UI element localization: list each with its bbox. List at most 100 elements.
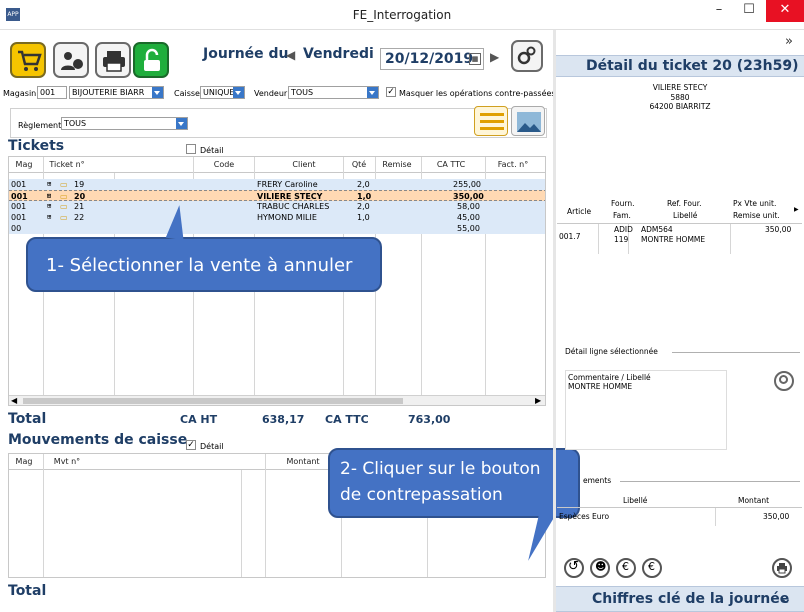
next-day-arrow-icon[interactable]: ▶	[490, 50, 499, 64]
detail-label: Détail	[200, 146, 224, 155]
col-px-vte[interactable]: Px Vte unit.	[733, 199, 776, 208]
client-coin-icon	[61, 52, 83, 70]
reglement-row[interactable]: Espèces Euro 350,00	[557, 512, 802, 524]
col-article[interactable]: Article	[567, 207, 591, 216]
print-button[interactable]	[95, 42, 131, 78]
tickets-total-label: Total	[8, 411, 47, 427]
col-fact[interactable]: Fact. n°	[491, 157, 535, 173]
contrepassation-button[interactable]: ↺	[564, 558, 584, 578]
col-remise[interactable]: Remise	[375, 157, 419, 173]
gears-icon	[517, 46, 536, 65]
col-fam[interactable]: Fam.	[613, 211, 631, 220]
day-name: Vendredi	[303, 46, 374, 62]
date-value: 20/12/2019	[385, 51, 474, 67]
col-mvt-mag[interactable]: Mag	[11, 454, 37, 470]
magasin-code-field[interactable]: 001	[37, 86, 67, 99]
scroll-right-icon[interactable]: ▶	[794, 206, 799, 213]
expand-panel-icon[interactable]: »	[785, 34, 793, 49]
prev-day-arrow-icon[interactable]: ◀	[286, 48, 295, 62]
magasin-select[interactable]: BIJOUTERIE BIARR	[69, 86, 164, 99]
col-reg-libelle[interactable]: Libellé	[623, 496, 647, 505]
col-mvt-num[interactable]: Mvt n°	[45, 454, 89, 470]
caisse-label: Caisse	[174, 89, 200, 98]
table-row[interactable]: 001 ⊞ ▭ 22 HYMOND MILIE 1,0 45,00	[9, 212, 545, 223]
col-libelle[interactable]: Libellé	[673, 211, 697, 220]
title-bar: APP FE_Interrogation – ☐ ✕	[0, 0, 804, 30]
search-icon[interactable]	[774, 371, 794, 391]
calendar-icon[interactable]: ▦	[469, 53, 481, 65]
chevron-down-icon[interactable]: ⌄	[780, 587, 792, 611]
col-fourn[interactable]: Fourn.	[611, 199, 634, 208]
close-button[interactable]: ✕	[766, 0, 804, 22]
table-row[interactable]: 00 55,00	[9, 223, 545, 234]
collapse-icon[interactable]: ⌃	[782, 56, 794, 76]
user-add-icon: ☻	[595, 560, 607, 573]
ticket-detail-header[interactable]: Détail du ticket 20 (23h59) ⌃	[556, 55, 804, 77]
euro-icon: €	[622, 560, 629, 573]
col-ref-four[interactable]: Ref. Four.	[667, 199, 702, 208]
folder-icon: ▭	[60, 180, 68, 189]
unlock-button[interactable]	[133, 42, 169, 78]
grid-divider	[241, 470, 242, 577]
mouvements-title: Mouvements de caisse	[8, 432, 188, 448]
folder-icon: ▭	[60, 213, 68, 222]
chevron-down-icon[interactable]	[367, 87, 378, 98]
table-row[interactable]: 001 ⊞ ▭ 19 FRERY Caroline 2,0 255,00	[9, 179, 545, 190]
unlock-icon	[144, 48, 160, 71]
horizontal-scrollbar[interactable]: ◀ ▶	[9, 395, 545, 405]
cart-icon	[18, 50, 42, 71]
vendeur-select[interactable]: TOUS	[288, 86, 379, 99]
col-client[interactable]: Client	[274, 157, 334, 173]
commentaire-box[interactable]: Commentaire / Libellé MONTRE HOMME	[565, 370, 727, 450]
article-row[interactable]: 001.7 ADID 119 ADM564 MONTRE HOMME 350,0…	[557, 224, 802, 246]
settings-button[interactable]	[511, 40, 543, 72]
tickets-title: Tickets	[8, 138, 65, 154]
chiffres-cle-header[interactable]: Chiffres clé de la journée ⌄	[556, 586, 804, 612]
maximize-button[interactable]: ☐	[734, 0, 764, 22]
journee-label: Journée du	[203, 46, 289, 62]
col-remise-unit[interactable]: Remise unit.	[733, 211, 780, 220]
vendeur-label: Vendeur	[254, 89, 288, 98]
table-row[interactable]: 001 ⊞ ▭ 21 TRABUC CHARLES 2,0 58,00	[9, 201, 545, 212]
reglements-label: ements	[583, 476, 612, 485]
masquer-checkbox[interactable]: ✓	[386, 87, 396, 97]
chevron-down-icon[interactable]	[233, 87, 244, 98]
panel-splitter[interactable]	[553, 30, 556, 612]
col-code[interactable]: Code	[204, 157, 244, 173]
mouvements-detail-checkbox[interactable]: ✓	[186, 440, 196, 450]
chevron-down-icon[interactable]	[152, 87, 163, 98]
expand-icon[interactable]: ⊞	[47, 179, 51, 190]
col-reg-montant[interactable]: Montant	[738, 496, 769, 505]
expand-icon[interactable]: ⊞	[47, 201, 51, 212]
scroll-left-icon[interactable]: ◀	[11, 396, 17, 405]
detail-checkbox[interactable]	[186, 144, 196, 154]
reglement-select[interactable]: TOUS	[61, 117, 188, 130]
col-mag[interactable]: Mag	[11, 157, 37, 173]
col-ca-ttc[interactable]: CA TTC	[423, 157, 479, 173]
expand-icon[interactable]: ⊞	[47, 212, 51, 223]
article-grid-header: Article Fourn. Fam. Ref. Four. Libellé P…	[557, 196, 802, 224]
callout-step1: 1- Sélectionner la vente à annuler	[26, 237, 382, 292]
cart-button[interactable]	[10, 42, 46, 78]
client-button[interactable]	[53, 42, 89, 78]
caisse-select[interactable]: UNIQUE	[200, 86, 245, 99]
print-ticket-button[interactable]	[772, 558, 792, 578]
table-row-selected[interactable]: 001 ⊞ ▭ 20 VILIERE STECY 1,0 350,00	[9, 190, 545, 201]
col-ticket[interactable]: Ticket n°	[45, 157, 89, 173]
printer-icon	[103, 51, 125, 72]
scroll-thumb[interactable]	[23, 398, 403, 404]
minimize-button[interactable]: –	[704, 0, 734, 22]
col-qte[interactable]: Qté	[344, 157, 374, 173]
mouvements-detail-label: Détail	[200, 442, 224, 451]
date-field[interactable]: 20/12/2019 ▦	[380, 48, 484, 70]
col-mvt-montant[interactable]: Montant	[283, 454, 323, 470]
payment-button[interactable]: €	[642, 558, 662, 578]
add-client-button[interactable]: ☻	[590, 558, 610, 578]
image-view-button[interactable]	[511, 106, 545, 136]
scroll-right-icon[interactable]: ▶	[535, 396, 541, 405]
chevron-down-icon[interactable]	[176, 118, 187, 129]
currency-exchange-button[interactable]: €	[616, 558, 636, 578]
payment-icon: €	[648, 560, 655, 573]
image-icon	[517, 112, 541, 132]
list-view-button[interactable]	[474, 106, 508, 136]
